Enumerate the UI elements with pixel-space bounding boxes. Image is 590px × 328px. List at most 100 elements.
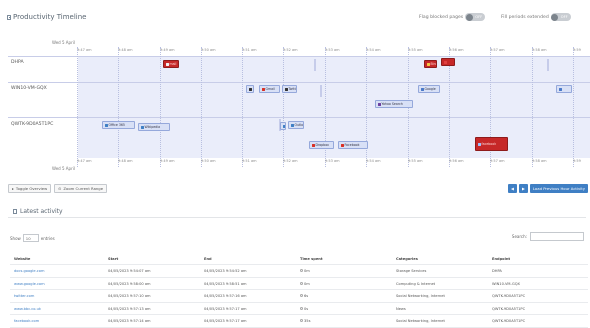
header-bar: Productivity Timeline Flag blocked pages… (0, 0, 590, 30)
timeline-gridline (160, 47, 161, 167)
mail-icon (261, 87, 265, 91)
table-row: www.bbc.co.uk 04/05/2023 9:57:13 am 04/05/… (10, 303, 588, 315)
page-icon (282, 124, 285, 128)
play-icon: ▸ (12, 186, 14, 191)
prev-button[interactable]: ◀ (508, 184, 517, 193)
cell-time: 6s (300, 294, 308, 298)
timeline-item[interactable]: Bing (424, 60, 437, 68)
timeline-axis-bottom: 9:47 am 9:48 am 9:49 am 9:50 am 9:51 am 9:52 … (8, 158, 590, 166)
cell-category: Social Networking, Internet (396, 294, 445, 298)
zoom-range-label: Zoom Current Range (63, 186, 104, 191)
cell-website[interactable]: www.bbc.co.uk (14, 307, 41, 311)
clock-icon (300, 281, 303, 285)
page-icon (477, 142, 481, 146)
next-button[interactable]: ▶ (518, 184, 528, 193)
cell-start: 04/05/2023 9:57:13 am (108, 306, 151, 311)
clock-icon (300, 306, 303, 310)
cell-end: 04/05/2023 9:57:17 am (204, 319, 247, 323)
calendar-icon (7, 15, 11, 20)
timeline-item[interactable]: facebook (475, 137, 508, 151)
flag-blocked-state: OFF (475, 14, 483, 19)
timeline-item[interactable]: Wikipedia (138, 123, 170, 131)
column-header[interactable]: Endpoint (492, 257, 510, 261)
timeline-tick-label: 9:48 am (118, 159, 133, 163)
timeline-tick-label: 9:52 am (283, 48, 298, 52)
timeline-tick-label: 9:54 am (366, 159, 381, 163)
column-header[interactable]: Website (14, 257, 30, 261)
productivity-timeline[interactable]: Wed 5 April 9:47 am 9:48 am 9:49 am 9:50 am… (8, 37, 590, 171)
entries-select[interactable]: 10 (22, 234, 39, 242)
cell-category: Social Networking, Internet (396, 319, 445, 323)
timeline-item-label: Yahoo Search (381, 102, 403, 106)
toggle-overview-button[interactable]: ▸ Toggle Overview (8, 184, 52, 193)
flag-blocked-toggle[interactable]: OFF (465, 13, 486, 21)
timeline-gridline (118, 47, 119, 167)
timeline-item-label: Outlook (294, 123, 304, 127)
cell-time-value: 0s (304, 306, 309, 311)
cell-end: 04/05/2023 9:58:51 am (204, 281, 247, 286)
timeline-band-win10: WIN10-VM-GQX (8, 82, 590, 117)
latest-activity-header: Latest activity (8, 204, 586, 218)
timeline-item[interactable] (246, 85, 254, 93)
timeline-item[interactable]: Dropbox (309, 141, 334, 149)
cell-time-value: 0m (304, 269, 310, 273)
timeline-item[interactable]: Outlook (288, 121, 304, 129)
cell-time-value: 6s (304, 294, 309, 298)
load-previous-label: Load Previous Hour Activity (532, 186, 585, 191)
timeline-date-bottom: Wed 5 April (52, 166, 75, 171)
timeline-item-label: Facebook (344, 143, 360, 147)
timeline-tick-label: 9:55 am (408, 48, 423, 52)
column-header[interactable]: Time spent (300, 257, 323, 261)
column-header[interactable]: Start (108, 257, 118, 261)
table-search: Search: (512, 232, 584, 241)
column-header[interactable]: End (204, 257, 212, 261)
clock-icon (300, 294, 303, 298)
column-header[interactable]: Categories (396, 257, 418, 261)
timeline-controls: ▸ Toggle Overview ⊙ Zoom Current Range (8, 184, 108, 193)
page-icon (290, 123, 294, 127)
load-previous-button[interactable]: Load Previous Hour Activity (529, 184, 588, 193)
timeline-item[interactable] (441, 58, 455, 66)
timeline-item[interactable]: mail (163, 60, 179, 68)
entries-value: 10 (25, 235, 31, 241)
cell-website[interactable]: www.google.com (14, 282, 45, 286)
timeline-item[interactable]: Office 365 (102, 121, 135, 129)
cell-website[interactable]: facebook.com (14, 319, 39, 323)
timeline-item[interactable] (280, 122, 286, 130)
page-icon (558, 87, 562, 91)
timeline-tick-label: 9:57 am (490, 159, 505, 163)
timeline-item[interactable]: Google (418, 85, 440, 93)
timeline-item[interactable]: Twitter (282, 85, 297, 93)
zoom-range-button[interactable]: ⊙ Zoom Current Range (54, 184, 108, 193)
zoom-icon: ⊙ (58, 186, 62, 191)
cell-time: 35s (300, 319, 310, 323)
latest-activity-title: Latest activity (20, 208, 63, 215)
timeline-item[interactable]: Yahoo Search (375, 100, 413, 108)
timeline-date-top: Wed 5 April (52, 40, 75, 45)
timeline-item[interactable]: Facebook (338, 141, 368, 149)
activity-table: Website Start End Time spent Categories … (10, 253, 588, 328)
extend-periods-toggle[interactable]: OFF (550, 13, 571, 21)
page-icon (104, 123, 108, 127)
timeline-gridline (201, 47, 202, 167)
cell-website[interactable]: twitter.com (14, 294, 34, 298)
timeline-item-label: Twitter (288, 87, 297, 91)
cell-website[interactable]: docs.google.com (14, 269, 44, 273)
page-title: Productivity Timeline (13, 13, 87, 21)
timeline-item[interactable] (556, 85, 572, 93)
heart-icon (340, 143, 344, 147)
timeline-item-label: Google (424, 87, 436, 91)
cell-endpoint: WIN10-VM-GQX (492, 281, 521, 286)
timeline-marker (314, 59, 316, 71)
timeline-tick-label: 9:57 am (490, 48, 505, 52)
timeline-item-label: mail (169, 62, 177, 66)
timeline-tick-label: 9:58 am (532, 48, 547, 52)
table-header-row: Website Start End Time spent Categories … (10, 253, 588, 265)
cell-endpoint: QWTK-9D0A5T1PC (492, 306, 526, 311)
search-input[interactable] (530, 232, 584, 241)
band-label: WIN10-VM-GQX (11, 86, 47, 91)
timeline-gridline (532, 47, 533, 167)
entries-suffix: entries (40, 235, 55, 241)
timeline-item[interactable]: Gmail (259, 85, 280, 93)
page-icon (165, 62, 169, 66)
